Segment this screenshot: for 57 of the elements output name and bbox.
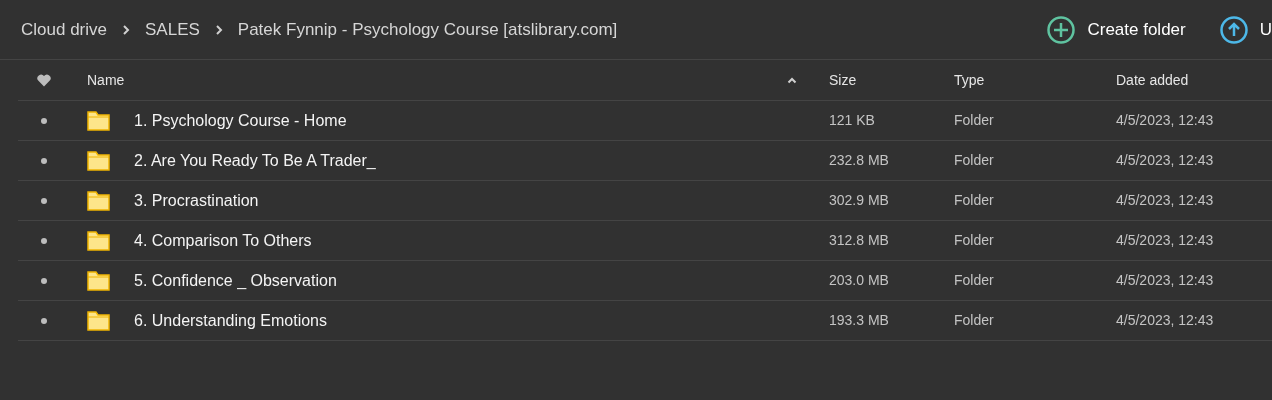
bullet-icon xyxy=(41,317,47,324)
folder-row[interactable]: 6. Understanding Emotions 193.3 MB Folder 4/5/2023, 12:43 xyxy=(18,301,1272,341)
heart-icon[interactable] xyxy=(37,73,51,87)
bullet-icon xyxy=(41,277,47,284)
type-cell: Folder xyxy=(954,232,994,248)
chevron-icon xyxy=(214,23,223,36)
folder-icon xyxy=(87,150,110,171)
breadcrumb-item[interactable]: SALES xyxy=(145,16,200,43)
folder-row[interactable]: 1. Psychology Course - Home 121 KB Folder 4/5/2023, 12:43 xyxy=(18,101,1272,141)
chevron-icon xyxy=(122,23,130,36)
size-cell: 203.0 MB xyxy=(829,272,889,288)
bullet-icon xyxy=(41,197,47,204)
column-header[interactable]: Name xyxy=(87,69,125,91)
folder-icon xyxy=(87,110,110,131)
upload-button[interactable]: U xyxy=(1219,15,1272,44)
breadcrumb-item[interactable]: Patek Fynnip - Psychology Course [atslibrary.com] xyxy=(237,16,618,43)
column-header[interactable]: Date added xyxy=(1116,71,1189,88)
breadcrumb-item[interactable]: Cloud drive xyxy=(21,16,107,43)
sort-up-icon[interactable] xyxy=(787,76,797,84)
folder-icon xyxy=(87,310,110,331)
size-cell: 302.9 MB xyxy=(829,192,889,208)
folder-name: 2. Are You Ready To Be A Trader_ xyxy=(134,150,376,171)
date-cell: 4/5/2023, 12:43 xyxy=(1116,192,1214,208)
type-cell: Folder xyxy=(954,312,994,328)
date-cell: 4/5/2023, 12:43 xyxy=(1116,272,1214,288)
folder-name: 6. Understanding Emotions xyxy=(134,310,327,331)
folder-row[interactable]: 3. Procrastination 302.9 MB Folder 4/5/2023, 12:43 xyxy=(18,181,1272,221)
column-header[interactable]: Size xyxy=(829,71,857,88)
bullet-icon xyxy=(41,157,47,164)
type-cell: Folder xyxy=(954,272,994,288)
folder-row[interactable]: 5. Confidence _ Observation 203.0 MB Folder 4/5/2023, 12:43 xyxy=(18,261,1272,301)
folder-name: 3. Procrastination xyxy=(134,190,259,211)
folder-row[interactable]: 4. Comparison To Others 312.8 MB Folder 4/5/2023, 12:43 xyxy=(18,221,1272,261)
plus-circle-icon xyxy=(1047,15,1076,44)
folder-name: 5. Confidence _ Observation xyxy=(134,270,337,291)
size-cell: 121 KB xyxy=(829,112,875,128)
folder-name: 1. Psychology Course - Home xyxy=(134,110,347,131)
size-cell: 312.8 MB xyxy=(829,232,889,248)
folder-icon xyxy=(87,270,110,291)
date-cell: 4/5/2023, 12:43 xyxy=(1116,312,1214,328)
arrow-up-circle-icon xyxy=(1219,15,1248,44)
folder-icon xyxy=(87,190,110,211)
folder-name: 4. Comparison To Others xyxy=(134,230,312,251)
size-cell: 232.8 MB xyxy=(829,152,889,168)
folder-icon xyxy=(87,230,110,251)
date-cell: 4/5/2023, 12:43 xyxy=(1116,152,1214,168)
bullet-icon xyxy=(41,237,47,244)
create-folder-button[interactable]: Create folder xyxy=(1047,15,1186,44)
type-cell: Folder xyxy=(954,192,994,208)
folder-row[interactable]: 2. Are You Ready To Be A Trader_ 232.8 MB Folder 4/5/2023, 12:43 xyxy=(18,141,1272,181)
size-cell: 193.3 MB xyxy=(829,312,889,328)
type-cell: Folder xyxy=(954,152,994,168)
date-cell: 4/5/2023, 12:43 xyxy=(1116,232,1214,248)
type-cell: Folder xyxy=(954,112,994,128)
bullet-icon xyxy=(41,117,47,124)
column-header[interactable]: Type xyxy=(954,71,985,88)
date-cell: 4/5/2023, 12:43 xyxy=(1116,112,1214,128)
